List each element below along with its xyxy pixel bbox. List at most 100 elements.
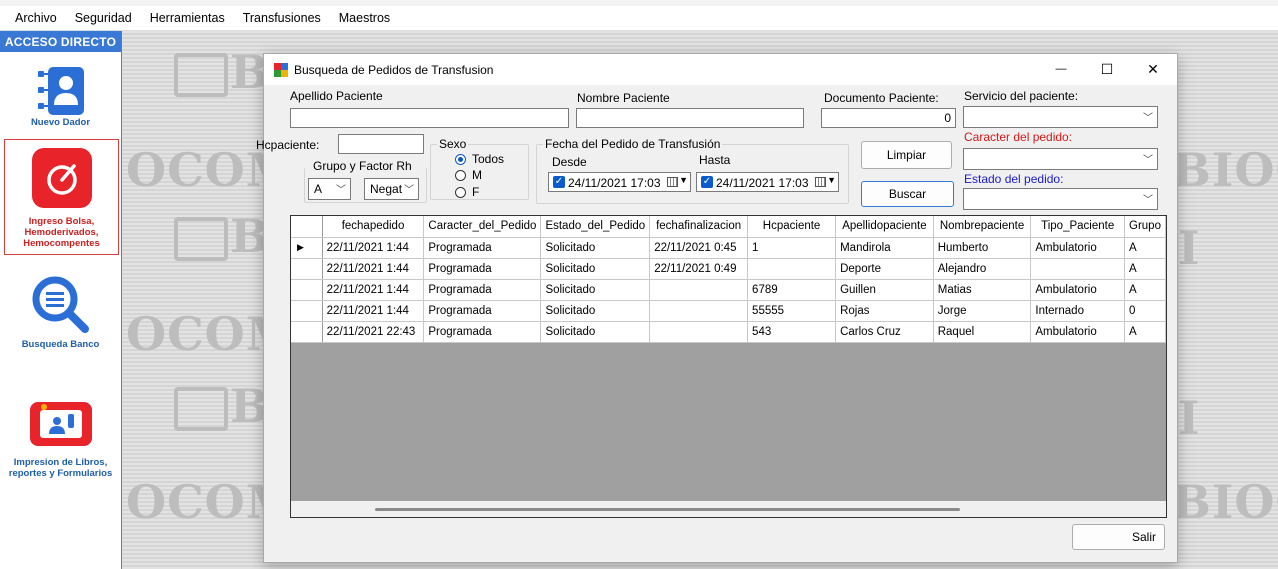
table-row[interactable]: 22/11/2021 1:44 Programada Solicitado 22… <box>291 258 1166 280</box>
table-cell[interactable]: A <box>1124 237 1166 259</box>
menu-maestros[interactable]: Maestros <box>330 11 399 25</box>
buscar-button[interactable]: Buscar <box>861 181 954 207</box>
table-cell[interactable]: Ambulatorio <box>1030 237 1125 259</box>
table-cell[interactable]: 22/11/2021 1:44 <box>322 300 425 322</box>
row-header[interactable] <box>291 300 323 322</box>
table-cell[interactable] <box>649 321 749 343</box>
column-header[interactable]: fechapedido <box>322 216 425 238</box>
column-header[interactable]: fechafinalizacion <box>649 216 749 238</box>
table-cell[interactable]: 0 <box>1124 300 1166 322</box>
scrollbar-thumb[interactable] <box>375 508 960 511</box>
apellido-input[interactable] <box>290 108 569 128</box>
table-cell[interactable]: 6789 <box>747 279 837 301</box>
table-cell[interactable]: Guillen <box>835 279 934 301</box>
grupo-select[interactable]: A ﹀ <box>308 178 351 200</box>
documento-input[interactable] <box>821 108 956 128</box>
limpiar-button[interactable]: Limpiar <box>861 141 952 169</box>
column-header[interactable]: Hcpaciente <box>747 216 837 238</box>
column-header[interactable]: Caracter_del_Pedido <box>423 216 542 238</box>
current-row-marker-icon[interactable]: ▶ <box>291 237 323 259</box>
row-header[interactable] <box>291 279 323 301</box>
sexo-f-radio[interactable]: F <box>455 185 479 199</box>
estado-select[interactable]: ﹀ <box>963 188 1158 210</box>
table-row[interactable]: ▶ 22/11/2021 1:44 Programada Solicitado … <box>291 237 1166 259</box>
sexo-todos-radio[interactable]: Todos <box>455 152 504 166</box>
table-cell[interactable]: 22/11/2021 0:45 <box>649 237 749 259</box>
row-header[interactable] <box>291 321 323 343</box>
table-cell[interactable]: 1 <box>747 237 837 259</box>
sexo-m-radio[interactable]: M <box>455 168 482 182</box>
menu-seguridad[interactable]: Seguridad <box>66 11 141 25</box>
table-cell[interactable]: Programada <box>423 237 542 259</box>
table-cell[interactable]: Internado <box>1030 300 1125 322</box>
menu-archivo[interactable]: Archivo <box>0 11 66 25</box>
busqueda-banco-button[interactable]: Busqueda Banco <box>4 271 117 351</box>
hcpaciente-input[interactable] <box>338 134 424 154</box>
table-cell[interactable] <box>1030 258 1125 280</box>
table-cell[interactable]: 543 <box>747 321 837 343</box>
row-header[interactable] <box>291 258 323 280</box>
column-header[interactable]: Nombrepaciente <box>933 216 1032 238</box>
table-cell[interactable]: 22/11/2021 0:49 <box>649 258 749 280</box>
table-cell[interactable]: Programada <box>423 321 542 343</box>
table-cell[interactable]: Ambulatorio <box>1030 279 1125 301</box>
table-cell[interactable] <box>649 279 749 301</box>
table-cell[interactable]: Programada <box>423 300 542 322</box>
factor-select[interactable]: Negat ﹀ <box>364 178 419 200</box>
table-cell[interactable] <box>649 300 749 322</box>
servicio-select[interactable]: ﹀ <box>963 106 1158 128</box>
table-cell[interactable]: Solicitado <box>540 258 651 280</box>
table-cell[interactable]: 22/11/2021 22:43 <box>322 321 425 343</box>
nombre-input[interactable] <box>576 108 804 128</box>
checkbox-checked-icon[interactable]: ✓ <box>701 176 713 188</box>
table-cell[interactable]: Solicitado <box>540 321 651 343</box>
table-cell[interactable]: Mandirola <box>835 237 934 259</box>
table-cell[interactable]: Solicitado <box>540 279 651 301</box>
table-cell[interactable]: 22/11/2021 1:44 <box>322 258 425 280</box>
salir-button[interactable]: Salir <box>1072 524 1165 550</box>
table-cell[interactable]: Solicitado <box>540 300 651 322</box>
checkbox-checked-icon[interactable]: ✓ <box>553 176 565 188</box>
table-cell[interactable]: Matias <box>933 279 1032 301</box>
table-cell[interactable]: Programada <box>423 258 542 280</box>
pedidos-grid[interactable]: fechapedido Caracter_del_Pedido Estado_d… <box>290 215 1167 518</box>
table-row[interactable]: 22/11/2021 22:43 Programada Solicitado 5… <box>291 321 1166 343</box>
table-cell[interactable]: 55555 <box>747 300 837 322</box>
caracter-select[interactable]: ﹀ <box>963 148 1158 170</box>
table-cell[interactable]: Ambulatorio <box>1030 321 1125 343</box>
close-button[interactable]: ✕ <box>1142 60 1164 78</box>
hasta-datepicker[interactable]: ✓ 24/11/2021 17:03 ▼ <box>696 172 839 192</box>
table-cell[interactable]: Jorge <box>933 300 1032 322</box>
table-row[interactable]: 22/11/2021 1:44 Programada Solicitado 67… <box>291 279 1166 301</box>
table-cell[interactable]: Rojas <box>835 300 934 322</box>
table-cell[interactable]: A <box>1124 279 1166 301</box>
horizontal-scrollbar[interactable] <box>291 501 1166 517</box>
table-cell[interactable] <box>747 258 837 280</box>
table-cell[interactable]: 22/11/2021 1:44 <box>322 237 425 259</box>
watermark-text: I <box>1178 391 1201 445</box>
nuevo-dador-button[interactable]: Nuevo Dador <box>4 63 117 133</box>
table-cell[interactable]: Programada <box>423 279 542 301</box>
column-header[interactable]: Apellidopaciente <box>835 216 934 238</box>
table-cell[interactable]: Raquel <box>933 321 1032 343</box>
menu-transfusiones[interactable]: Transfusiones <box>234 11 330 25</box>
impresion-libros-button[interactable]: Impresion de Libros, reportes y Formular… <box>4 396 117 496</box>
table-cell[interactable]: Humberto <box>933 237 1032 259</box>
maximize-button[interactable]: ☐ <box>1096 60 1118 78</box>
table-row[interactable]: 22/11/2021 1:44 Programada Solicitado 55… <box>291 300 1166 322</box>
menu-herramientas[interactable]: Herramientas <box>141 11 234 25</box>
column-header[interactable]: Tipo_Paciente <box>1030 216 1125 238</box>
table-cell[interactable]: A <box>1124 321 1166 343</box>
table-cell[interactable]: Deporte <box>835 258 934 280</box>
table-cell[interactable]: Solicitado <box>540 237 651 259</box>
table-cell[interactable]: Carlos Cruz <box>835 321 934 343</box>
column-header[interactable]: Grupo <box>1124 216 1166 238</box>
minimize-button[interactable]: — <box>1050 60 1072 78</box>
dialog-titlebar[interactable]: Busqueda de Pedidos de Transfusion — ☐ ✕ <box>264 54 1177 85</box>
table-cell[interactable]: Alejandro <box>933 258 1032 280</box>
table-cell[interactable]: 22/11/2021 1:44 <box>322 279 425 301</box>
table-cell[interactable]: A <box>1124 258 1166 280</box>
ingreso-bolsa-button[interactable]: Ingreso Bolsa, Hemoderivados, Hemocompen… <box>4 139 119 255</box>
desde-datepicker[interactable]: ✓ 24/11/2021 17:03 ▼ <box>548 172 691 192</box>
column-header[interactable]: Estado_del_Pedido <box>540 216 651 238</box>
